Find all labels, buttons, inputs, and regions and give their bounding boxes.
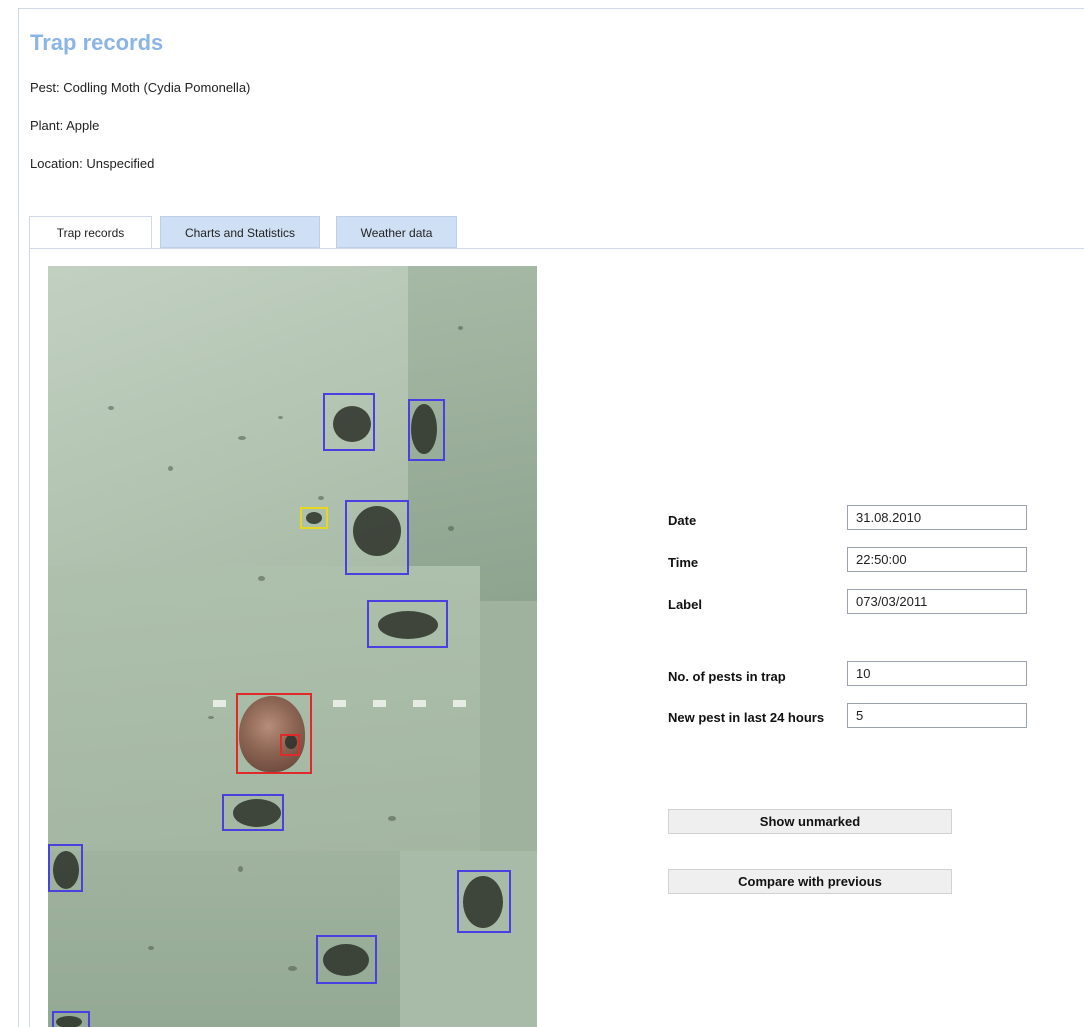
label-label: Label: [668, 597, 702, 612]
detection-box-blue[interactable]: [408, 399, 445, 461]
debris: [148, 946, 154, 950]
debris: [108, 406, 114, 410]
tab-charts-and-statistics[interactable]: Charts and Statistics: [160, 216, 320, 248]
debris: [288, 966, 297, 971]
trap-marker: [453, 700, 466, 707]
time-field[interactable]: [847, 547, 1027, 572]
page-frame-top: [18, 8, 1084, 9]
debris: [168, 466, 173, 471]
trap-marker: [213, 700, 226, 707]
trap-marker: [413, 700, 426, 707]
new-pests-label: New pest in last 24 hours: [668, 710, 825, 725]
detection-box-blue[interactable]: [323, 393, 375, 451]
detection-box-blue[interactable]: [52, 1011, 90, 1027]
pest-info: Pest: Codling Moth (Cydia Pomonella): [30, 80, 251, 95]
date-field[interactable]: [847, 505, 1027, 530]
debris: [258, 576, 265, 581]
tab-weather-data[interactable]: Weather data: [336, 216, 457, 248]
debris: [238, 436, 246, 440]
detection-box-blue[interactable]: [345, 500, 409, 575]
detection-box-red[interactable]: [280, 734, 300, 756]
debris: [448, 526, 454, 531]
show-unmarked-button[interactable]: Show unmarked: [668, 809, 952, 834]
tab-panel-left-border: [29, 248, 30, 1027]
debris: [458, 326, 463, 330]
trap-marker: [373, 700, 386, 707]
detection-box-blue[interactable]: [457, 870, 511, 933]
trap-marker: [333, 700, 346, 707]
plant-info: Plant: Apple: [30, 118, 100, 133]
detection-box-blue[interactable]: [48, 844, 83, 892]
date-label: Date: [668, 513, 697, 528]
compare-with-previous-button[interactable]: Compare with previous: [668, 869, 952, 894]
tab-panel-border: [29, 248, 1084, 249]
pests-in-trap-label: No. of pests in trap: [668, 669, 786, 684]
detection-box-blue[interactable]: [316, 935, 377, 984]
debris: [388, 816, 396, 821]
detection-box-red[interactable]: [236, 693, 312, 774]
debris: [318, 496, 324, 500]
new-pests-field[interactable]: [847, 703, 1027, 728]
detection-box-blue[interactable]: [367, 600, 448, 648]
time-label: Time: [668, 555, 699, 570]
debris: [238, 866, 243, 872]
label-field[interactable]: [847, 589, 1027, 614]
debris: [278, 416, 283, 419]
page-frame-left: [18, 8, 19, 1027]
page-title: Trap records: [30, 30, 164, 55]
detection-box-yellow[interactable]: [300, 507, 328, 529]
detection-box-blue[interactable]: [222, 794, 284, 831]
location-info: Location: Unspecified: [30, 156, 155, 171]
tab-trap-records[interactable]: Trap records: [29, 216, 152, 249]
debris: [208, 716, 214, 719]
trap-photo: [48, 266, 537, 1027]
photo-tile: [480, 601, 537, 851]
pests-in-trap-field[interactable]: [847, 661, 1027, 686]
